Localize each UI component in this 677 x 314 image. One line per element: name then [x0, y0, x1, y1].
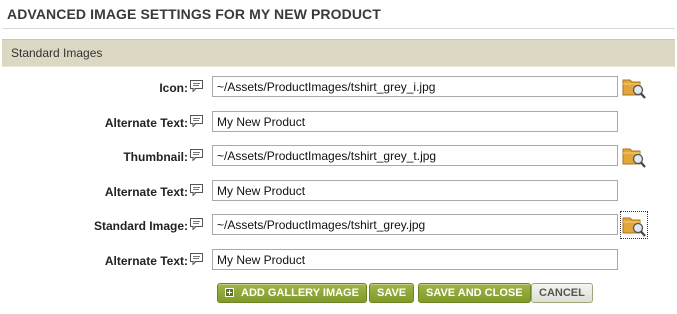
- save-and-close-label: SAVE AND CLOSE: [426, 287, 523, 299]
- add-gallery-image-label: ADD GALLERY IMAGE: [241, 287, 359, 299]
- browse-folder-icon[interactable]: [620, 211, 648, 239]
- icon-alt-label: Alternate Text:: [104, 116, 188, 130]
- save-label: SAVE: [377, 287, 407, 299]
- browse-folder-icon[interactable]: [621, 74, 647, 100]
- icon-alt-row: Alternate Text:: [0, 111, 677, 137]
- thumbnail-alt-row: Alternate Text:: [0, 180, 677, 206]
- help-icon[interactable]: [190, 218, 203, 230]
- standard-image-alt-row: Alternate Text:: [0, 249, 677, 275]
- add-gallery-image-button[interactable]: ADD GALLERY IMAGE: [217, 283, 367, 303]
- standard-image-alt-text-input[interactable]: [212, 249, 618, 270]
- icon-alt-text-input[interactable]: [212, 111, 618, 132]
- browse-folder-icon[interactable]: [621, 143, 647, 169]
- thumbnail-alt-text-input[interactable]: [212, 180, 618, 201]
- thumbnail-alt-label: Alternate Text:: [104, 185, 188, 199]
- cancel-button[interactable]: CANCEL: [531, 283, 593, 303]
- page-title: ADVANCED IMAGE SETTINGS FOR MY NEW PRODU…: [7, 6, 381, 22]
- thumbnail-path-input[interactable]: [212, 145, 618, 166]
- icon-path-input[interactable]: [212, 76, 618, 97]
- section-title: Standard Images: [11, 46, 103, 60]
- save-and-close-button[interactable]: SAVE AND CLOSE: [418, 283, 531, 303]
- plus-box-icon: [225, 288, 234, 297]
- standard-image-path-input[interactable]: [212, 214, 618, 235]
- icon-row: Icon:: [0, 76, 677, 102]
- title-divider: [2, 28, 675, 29]
- help-icon[interactable]: [190, 253, 203, 265]
- help-icon[interactable]: [190, 80, 203, 92]
- section-header: Standard Images: [2, 39, 675, 67]
- help-icon[interactable]: [190, 149, 203, 161]
- cancel-label: CANCEL: [539, 287, 585, 299]
- standard-image-label: Standard Image:: [93, 219, 188, 233]
- help-icon[interactable]: [190, 184, 203, 196]
- save-button[interactable]: SAVE: [369, 283, 415, 303]
- icon-label: Icon:: [159, 81, 188, 95]
- standard-image-row: Standard Image:: [0, 211, 677, 240]
- thumbnail-row: Thumbnail:: [0, 145, 677, 171]
- standard-image-alt-label: Alternate Text:: [104, 254, 188, 268]
- help-icon[interactable]: [190, 115, 203, 127]
- thumbnail-label: Thumbnail:: [123, 150, 188, 164]
